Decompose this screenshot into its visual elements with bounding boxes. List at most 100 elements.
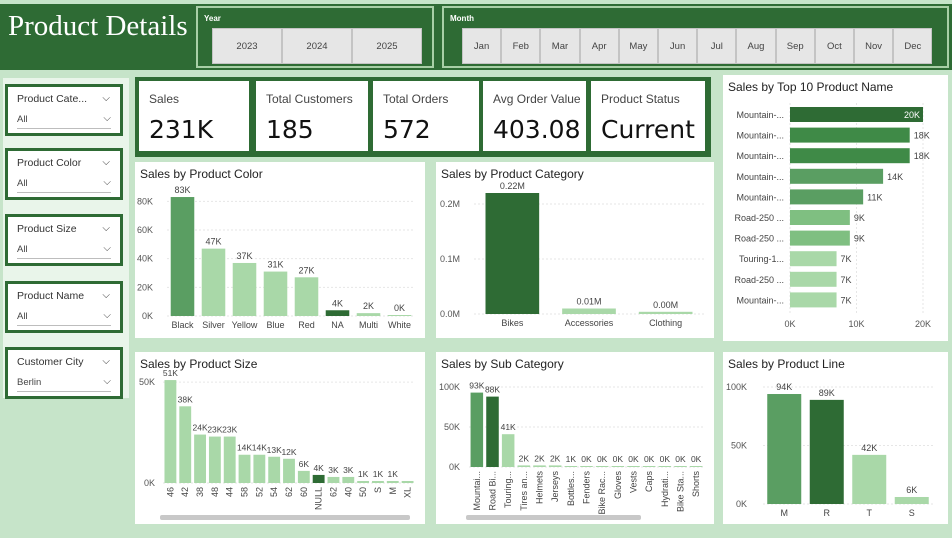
- month-option-jan[interactable]: Jan: [462, 28, 502, 64]
- bar[interactable]: [642, 466, 656, 467]
- data-label: 18K: [914, 151, 930, 161]
- bar[interactable]: [357, 480, 370, 483]
- month-option-jul[interactable]: Jul: [697, 28, 737, 64]
- bar[interactable]: [790, 230, 850, 246]
- chevron-down-icon[interactable]: ⌵: [102, 157, 110, 168]
- bar[interactable]: [852, 454, 887, 504]
- bar[interactable]: [342, 476, 355, 483]
- x-tick-label: S: [909, 508, 915, 518]
- bar[interactable]: [767, 394, 802, 504]
- bar[interactable]: [517, 465, 531, 467]
- bar[interactable]: [268, 456, 281, 483]
- chevron-down-icon[interactable]: ⌵: [102, 356, 110, 367]
- year-option-2024[interactable]: 2024: [282, 28, 352, 64]
- bar[interactable]: [595, 466, 609, 467]
- bar[interactable]: [283, 458, 295, 483]
- bar[interactable]: [253, 454, 266, 483]
- month-option-sep[interactable]: Sep: [775, 28, 815, 64]
- bar[interactable]: [562, 308, 616, 315]
- y-tick-label: Road-250 ...: [734, 234, 784, 244]
- scrollbar[interactable]: [466, 515, 641, 520]
- chevron-down-icon[interactable]: ⌵: [102, 290, 110, 301]
- month-option-apr[interactable]: Apr: [579, 28, 619, 64]
- bar[interactable]: [387, 315, 412, 316]
- bar[interactable]: [894, 496, 929, 504]
- x-tick-label: T: [867, 508, 873, 518]
- bar[interactable]: [533, 465, 546, 467]
- bar[interactable]: [194, 434, 206, 483]
- bar[interactable]: [386, 480, 399, 483]
- bar[interactable]: [179, 406, 192, 483]
- bar[interactable]: [627, 466, 640, 467]
- bar[interactable]: [790, 127, 910, 143]
- bar[interactable]: [790, 168, 884, 184]
- month-option-may[interactable]: May: [618, 28, 658, 64]
- product-color-dropdown[interactable]: All ⌵: [17, 175, 111, 193]
- bar[interactable]: [689, 466, 703, 467]
- scrollbar[interactable]: [160, 515, 410, 520]
- month-option-feb[interactable]: Feb: [501, 28, 541, 64]
- bar[interactable]: [548, 465, 562, 467]
- product-name-filter-label: Product Name: [17, 290, 85, 302]
- bar[interactable]: [809, 399, 844, 504]
- bar[interactable]: [658, 466, 672, 467]
- bar[interactable]: [790, 210, 850, 225]
- month-option-dec[interactable]: Dec: [893, 28, 933, 64]
- bar[interactable]: [564, 466, 578, 467]
- bar[interactable]: [580, 466, 593, 467]
- bar[interactable]: [638, 311, 693, 314]
- product-status-kpi-card: Product Status Current: [591, 81, 705, 151]
- bar[interactable]: [790, 251, 837, 267]
- x-tick-label: 42: [180, 487, 190, 497]
- data-label: 89K: [819, 388, 835, 398]
- bar[interactable]: [790, 292, 837, 308]
- x-tick-label: XL: [403, 487, 413, 498]
- bar[interactable]: [790, 189, 864, 205]
- bar[interactable]: [170, 197, 195, 316]
- customer-city-dropdown[interactable]: Berlin ⌵: [17, 374, 111, 392]
- bar[interactable]: [485, 193, 540, 314]
- month-option-aug[interactable]: Aug: [736, 28, 776, 64]
- bar[interactable]: [201, 248, 226, 316]
- bar[interactable]: [297, 470, 310, 483]
- bar[interactable]: [611, 466, 625, 467]
- month-option-oct[interactable]: Oct: [814, 28, 854, 64]
- bar[interactable]: [790, 148, 910, 164]
- bar[interactable]: [486, 396, 499, 467]
- bar[interactable]: [372, 480, 384, 483]
- bar[interactable]: [470, 392, 484, 467]
- bar[interactable]: [790, 271, 837, 287]
- bar[interactable]: [501, 434, 515, 467]
- bar[interactable]: [232, 262, 257, 316]
- bar[interactable]: [312, 474, 325, 483]
- product-size-dropdown[interactable]: All ⌵: [17, 241, 111, 259]
- bar[interactable]: [327, 476, 340, 483]
- bar[interactable]: [294, 277, 319, 316]
- chevron-down-icon[interactable]: ⌵: [102, 223, 110, 234]
- y-tick-label: Mountain-...: [736, 110, 784, 120]
- bar[interactable]: [356, 313, 381, 316]
- product-name-dropdown[interactable]: All ⌵: [17, 308, 111, 326]
- product-category-dropdown[interactable]: All ⌵: [17, 111, 111, 129]
- bar[interactable]: [401, 480, 414, 483]
- bar[interactable]: [238, 454, 251, 483]
- sales-kpi-card: Sales 231K: [139, 81, 249, 151]
- data-label: 12K: [281, 447, 296, 457]
- month-option-jun[interactable]: Jun: [658, 28, 698, 64]
- product-size-selected-value: All: [17, 244, 28, 255]
- bar[interactable]: [263, 271, 288, 316]
- bar[interactable]: [325, 310, 350, 316]
- month-option-nov[interactable]: Nov: [854, 28, 894, 64]
- bar[interactable]: [164, 380, 177, 483]
- year-option-2023[interactable]: 2023: [212, 28, 282, 64]
- bar[interactable]: [223, 436, 236, 483]
- chevron-down-icon[interactable]: ⌵: [102, 93, 110, 104]
- month-option-mar[interactable]: Mar: [540, 28, 580, 64]
- bar[interactable]: [208, 436, 221, 483]
- year-option-2025[interactable]: 2025: [352, 28, 422, 64]
- y-tick-label: 20K: [137, 282, 153, 292]
- color-chart: 0K 20K 40K 60K 80K 83K Black 47K Silver 37K Yellow…: [137, 185, 415, 330]
- bar[interactable]: [674, 466, 687, 467]
- data-label: 11K: [867, 192, 882, 202]
- total-orders-kpi-label: Total Orders: [383, 92, 449, 106]
